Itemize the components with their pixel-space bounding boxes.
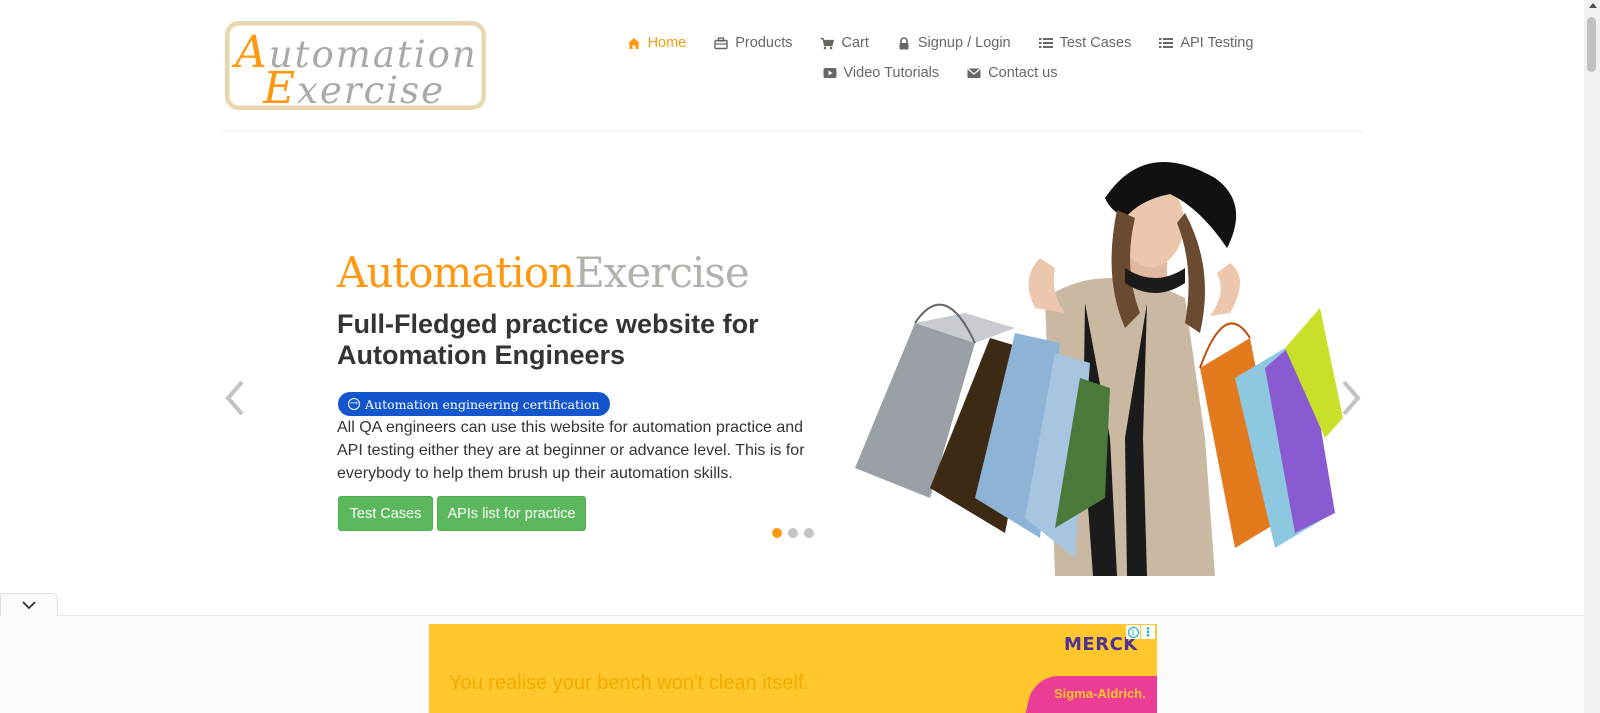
slider-indicators [772, 528, 814, 538]
slide-description: All QA engineers can use this website fo… [337, 419, 805, 482]
arrow-circle-icon: → [348, 398, 360, 410]
logo-text-2: xercise [297, 69, 446, 112]
slider-dot-3[interactable] [804, 528, 814, 538]
slide-title: AutomationExercise [337, 248, 750, 297]
nav-video-tutorials[interactable]: Video Tutorials [823, 65, 940, 81]
ad-collapse-toggle[interactable] [0, 593, 58, 616]
nav-cart[interactable]: Cart [820, 35, 869, 51]
nav-home[interactable]: Home [627, 35, 687, 51]
scroll-up-arrow-icon[interactable] [1589, 3, 1597, 8]
nav-test-cases[interactable]: Test Cases [1038, 35, 1132, 51]
site-logo[interactable]: Automation Exercise [225, 21, 486, 114]
youtube-play-icon [823, 66, 837, 80]
products-icon [714, 36, 728, 50]
certification-badge-label: Automation engineering certification [365, 396, 600, 412]
nav-cart-label: Cart [841, 35, 869, 51]
nav-row-2: Video Tutorials Contact us [600, 58, 1280, 88]
nav-video-tutorials-label: Video Tutorials [843, 65, 940, 81]
slider-next-arrow[interactable] [1338, 378, 1364, 418]
ad-info-icon[interactable]: i [1126, 625, 1140, 639]
nav-products-label: Products [735, 35, 793, 51]
header-divider [222, 131, 1364, 132]
nav-contact-us[interactable]: Contact us [967, 65, 1057, 81]
logo-line-2: Exercise [263, 63, 445, 114]
nav-products[interactable]: Products [714, 35, 792, 51]
certification-badge[interactable]: → Automation engineering certification [338, 392, 610, 416]
home-icon [627, 36, 641, 50]
lock-icon [897, 36, 911, 50]
nav-signup-login[interactable]: Signup / Login [897, 35, 1011, 51]
ad-banner[interactable]: You realise your bench won't clean itsel… [429, 624, 1157, 713]
nav-test-cases-label: Test Cases [1059, 35, 1132, 51]
nav-row-1: Home Products Cart Signup / Login Test C… [600, 28, 1280, 58]
slider-dot-2[interactable] [788, 528, 798, 538]
ad-tagline: Sigma-Aldrich. [1054, 686, 1146, 701]
test-cases-button[interactable]: Test Cases [338, 496, 433, 531]
chevron-right-icon [1342, 380, 1361, 416]
nav-home-label: Home [647, 35, 687, 51]
nav-contact-us-label: Contact us [988, 65, 1058, 81]
scrollbar-thumb[interactable] [1587, 17, 1596, 72]
main-nav: Home Products Cart Signup / Login Test C… [600, 28, 1280, 88]
slide-title-part1: Automation [337, 248, 575, 297]
nav-api-testing[interactable]: API Testing [1159, 35, 1253, 51]
slide-subtitle: Full-Fledged practice website for Automa… [337, 309, 759, 370]
cart-icon [820, 36, 835, 50]
hero-image-shopping-woman [855, 162, 1343, 576]
nav-api-testing-label: API Testing [1180, 35, 1254, 51]
apis-list-button[interactable]: APIs list for practice [437, 496, 586, 531]
slide-title-part2: Exercise [574, 248, 750, 297]
nav-signup-login-label: Signup / Login [917, 35, 1011, 51]
list-icon [1159, 36, 1174, 50]
slider-dot-1[interactable] [772, 528, 782, 538]
list-icon [1038, 36, 1053, 50]
logo-cap-e: E [263, 63, 298, 114]
envelope-icon [967, 66, 981, 80]
ad-text: You realise your bench won't clean itsel… [449, 672, 809, 694]
slider-prev-arrow[interactable] [222, 378, 248, 418]
page-scrollbar[interactable] [1584, 0, 1600, 713]
ad-menu-icon[interactable]: ⋮ [1141, 625, 1155, 639]
chevron-down-icon [22, 600, 36, 609]
chevron-left-icon [225, 380, 244, 416]
